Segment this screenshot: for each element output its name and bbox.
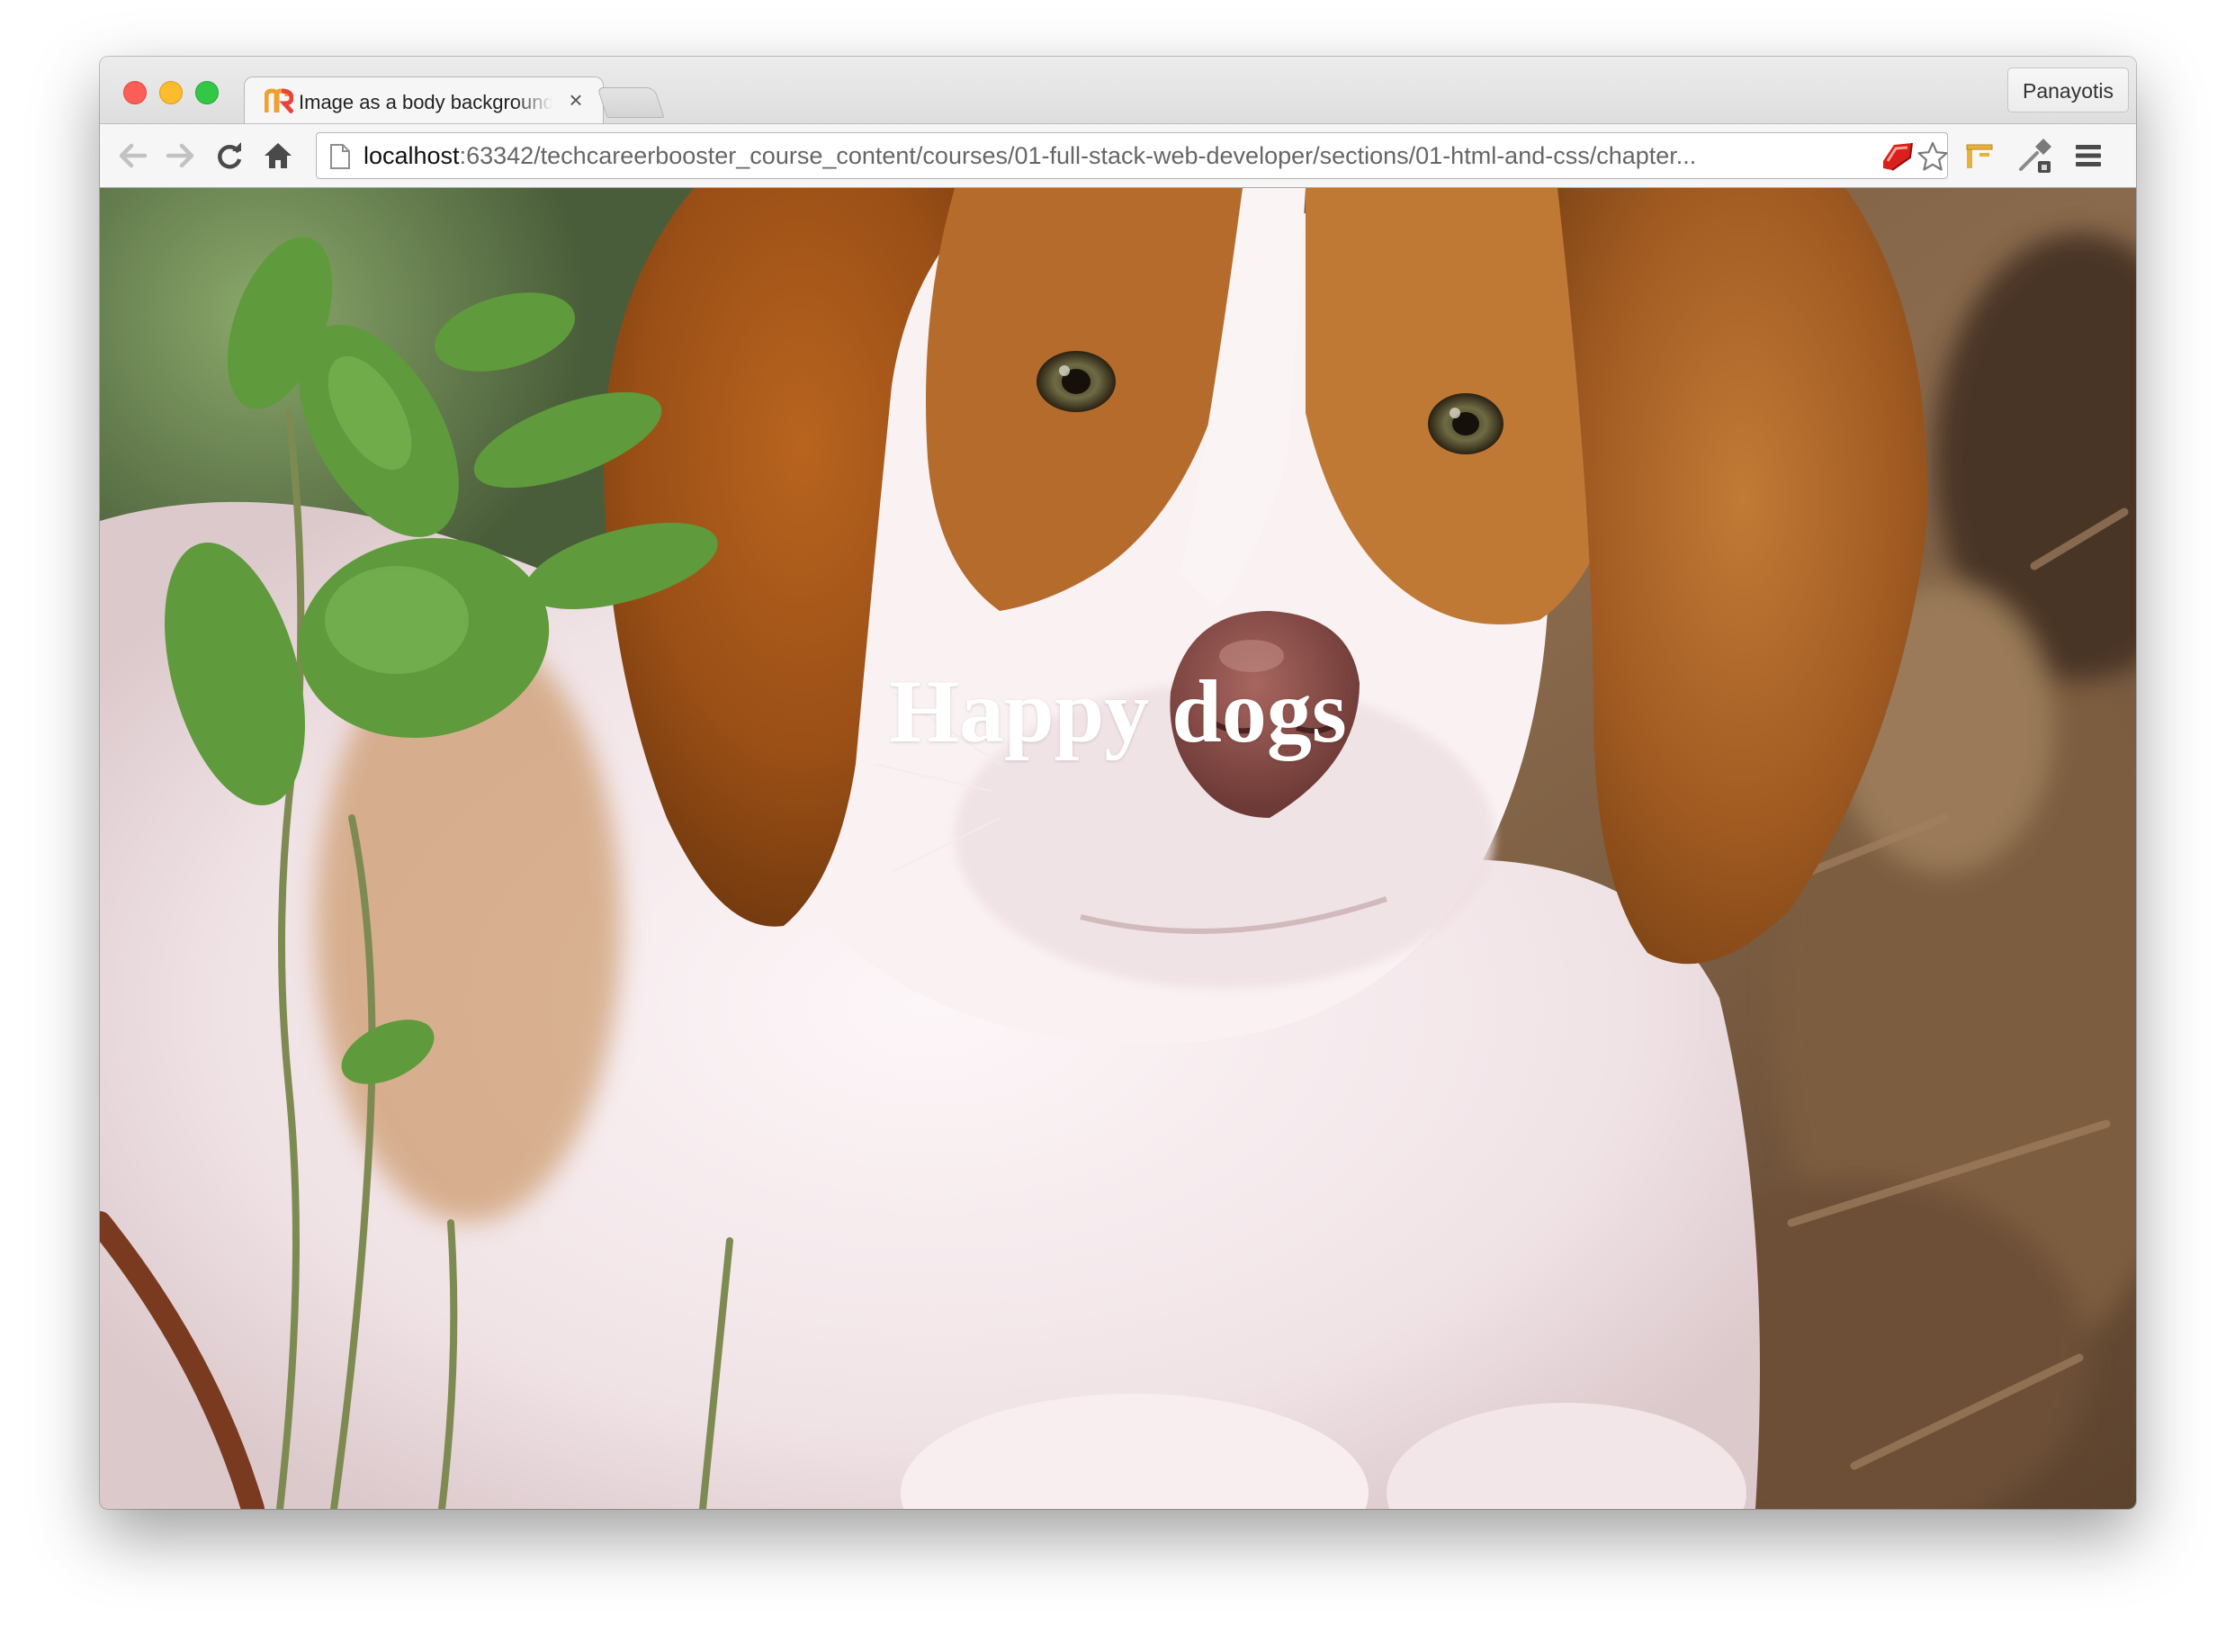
favicon-icon — [265, 88, 293, 113]
tab-close-icon[interactable]: × — [563, 86, 588, 113]
extension-tool-button[interactable] — [1962, 137, 1998, 175]
browser-window: Image as a body background × Panayotis l… — [100, 57, 2136, 1509]
url-text: localhost:63342/techcareerbooster_course… — [364, 133, 1696, 178]
ruby-extension-icon[interactable] — [1880, 141, 1916, 172]
tab-strip: Image as a body background × Panayotis — [100, 57, 2136, 123]
menu-icon — [2076, 145, 2101, 166]
home-icon — [265, 143, 292, 168]
forward-arrow-icon — [166, 143, 194, 168]
url-path: :63342/techcareerbooster_course_content/… — [459, 142, 1697, 169]
puppy-background-image — [100, 188, 2136, 1509]
address-bar[interactable]: localhost:63342/techcareerbooster_course… — [316, 132, 1948, 179]
home-button[interactable] — [260, 137, 296, 175]
eyedropper-icon — [2019, 139, 2051, 173]
new-tab-button[interactable] — [597, 87, 665, 118]
back-button[interactable] — [114, 137, 150, 175]
page-viewport: Happy dogs — [100, 188, 2136, 1509]
window-minimize-button[interactable] — [159, 81, 183, 104]
page-icon — [330, 144, 350, 169]
profile-button[interactable]: Panayotis — [2006, 67, 2129, 112]
forward-button[interactable] — [163, 137, 199, 175]
reload-icon — [218, 142, 242, 169]
page-heading: Happy dogs — [889, 661, 1347, 761]
reload-button[interactable] — [211, 137, 247, 175]
browser-toolbar: localhost:63342/techcareerbooster_course… — [100, 123, 2136, 188]
browser-tab-active[interactable]: Image as a body background × — [244, 76, 604, 123]
eyedropper-extension-button[interactable] — [2016, 137, 2052, 175]
extension-tool-icon — [1966, 144, 1993, 168]
window-maximize-button[interactable] — [195, 81, 219, 104]
url-host: localhost — [364, 142, 460, 169]
tab-title: Image as a body background — [299, 91, 552, 113]
bookmark-star-icon[interactable] — [1916, 140, 1949, 173]
window-close-button[interactable] — [123, 81, 147, 104]
back-arrow-icon — [119, 143, 148, 168]
menu-button[interactable] — [2070, 137, 2106, 175]
